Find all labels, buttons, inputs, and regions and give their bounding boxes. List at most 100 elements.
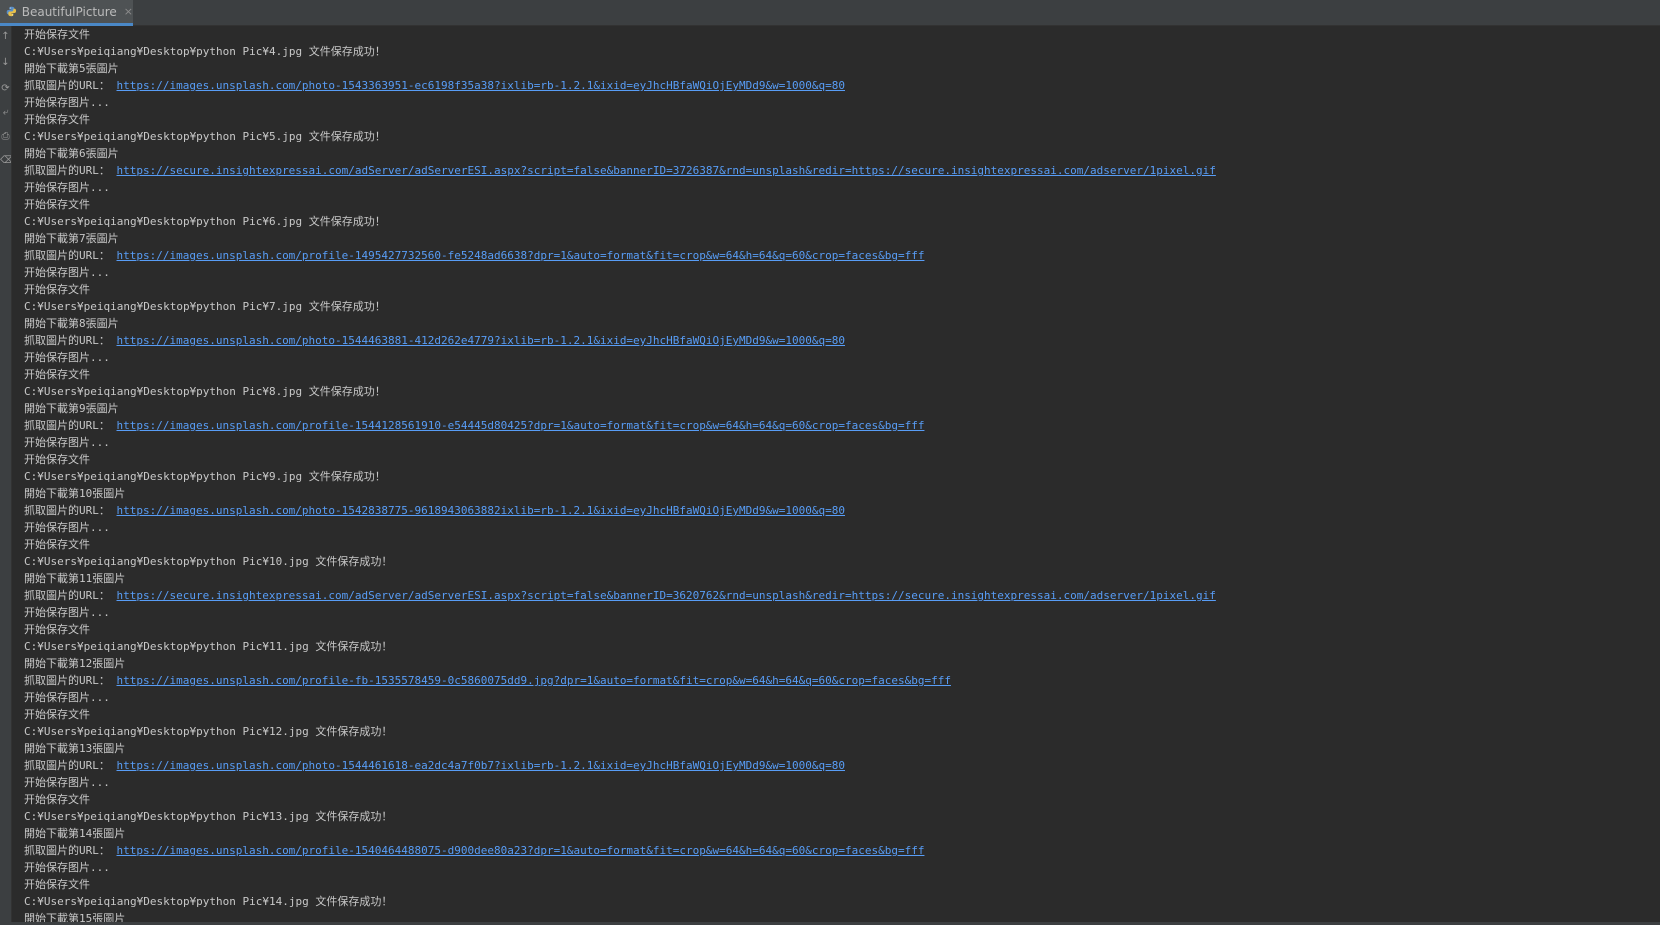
console-line-text: 开始保存图片... [24,266,110,279]
console-line-text: 抓取圖片的URL： [24,844,117,857]
console-line-text: 開始下載第5張圖片 [24,62,119,75]
console-line: 開始下載第13張圖片 [24,740,1654,757]
console-url-link[interactable]: https://images.unsplash.com/photo-154446… [117,334,845,347]
python-icon [6,6,17,17]
console-line: 开始保存图片... [24,349,1654,366]
console-line: 开始保存文件 [24,366,1654,383]
console-line: 開始下載第10張圖片 [24,485,1654,502]
console-url-link[interactable]: https://secure.insightexpressai.com/adSe… [117,164,1216,177]
console-line-text: 开始保存图片... [24,691,110,704]
run-tab-strip: BeautifulPicture × [0,0,1660,26]
console-line-text: 抓取圖片的URL： [24,759,117,772]
console-line-url: 抓取圖片的URL： https://images.unsplash.com/ph… [24,77,1654,94]
clear-icon[interactable]: ⌫ [0,154,11,168]
console-line-url: 抓取圖片的URL： https://secure.insightexpressa… [24,587,1654,604]
console-output[interactable]: 开始保存文件 C:¥Users¥peiqiang¥Desktop¥python P… [24,26,1654,922]
console-url-link[interactable]: https://images.unsplash.com/photo-154336… [117,79,845,92]
console-line-text: C:¥Users¥peiqiang¥Desktop¥python Pic¥10.… [24,555,393,568]
tab-title: BeautifulPicture [21,4,117,19]
console-line: C:¥Users¥peiqiang¥Desktop¥python Pic¥10.… [24,553,1654,570]
console-line-url: 抓取圖片的URL： https://secure.insightexpressa… [24,162,1654,179]
console-line-text: 开始保存图片... [24,181,110,194]
console-line: 开始保存文件 [24,451,1654,468]
console-line-text: 開始下載第13張圖片 [24,742,126,755]
console-line-text: 開始下載第7張圖片 [24,232,119,245]
console-url-link[interactable]: https://images.unsplash.com/photo-154283… [117,504,845,517]
console-line-text: 开始保存图片... [24,521,110,534]
console-line-text: C:¥Users¥peiqiang¥Desktop¥python Pic¥9.j… [24,470,386,483]
console-line-text: C:¥Users¥peiqiang¥Desktop¥python Pic¥12.… [24,725,393,738]
console-line-text: 開始下載第9張圖片 [24,402,119,415]
console-line-text: 开始保存图片... [24,351,110,364]
console-line: C:¥Users¥peiqiang¥Desktop¥python Pic¥13.… [24,808,1654,825]
console-line-text: 开始保存图片... [24,776,110,789]
console-line: 开始保存图片... [24,774,1654,791]
rerun-icon[interactable]: ⟳ [0,82,11,96]
console-line: 開始下載第5張圖片 [24,60,1654,77]
console-line-text: 开始保存文件 [24,623,90,636]
console-url-link[interactable]: https://images.unsplash.com/profile-1495… [117,249,925,262]
console-line: C:¥Users¥peiqiang¥Desktop¥python Pic¥6.j… [24,213,1654,230]
console-line: 开始保存图片... [24,179,1654,196]
console-line-url: 抓取圖片的URL： https://images.unsplash.com/pr… [24,417,1654,434]
console-line-text: C:¥Users¥peiqiang¥Desktop¥python Pic¥6.j… [24,215,386,228]
console-line-text: 开始保存文件 [24,453,90,466]
console-line: 开始保存图片... [24,689,1654,706]
print-icon[interactable]: ⎙ [0,130,11,144]
console-url-link[interactable]: https://secure.insightexpressai.com/adSe… [117,589,1216,602]
console-line-text: 開始下載第10張圖片 [24,487,126,500]
tab-beautifulpicture[interactable]: BeautifulPicture × [0,0,133,26]
console-line-text: 开始保存文件 [24,708,90,721]
console-url-link[interactable]: https://images.unsplash.com/photo-154446… [117,759,845,772]
arrow-down-icon[interactable]: ↓ [0,56,11,70]
console-line-url: 抓取圖片的URL： https://images.unsplash.com/ph… [24,502,1654,519]
console-line: 开始保存文件 [24,111,1654,128]
close-icon[interactable]: × [124,5,133,18]
console-line: 开始保存文件 [24,536,1654,553]
console-line: 開始下載第12張圖片 [24,655,1654,672]
console-line-text: 抓取圖片的URL： [24,249,117,262]
console-line-text: 開始下載第6張圖片 [24,147,119,160]
console-line: 開始下載第8張圖片 [24,315,1654,332]
console-line-text: 開始下載第12張圖片 [24,657,126,670]
soft-wrap-icon[interactable]: ⤶ [0,106,11,120]
console-line: 开始保存图片... [24,264,1654,281]
console-toolbar: ↑ ↓ ⟳ ⤶ ⎙ ⌫ [0,26,12,925]
console-line-text: C:¥Users¥peiqiang¥Desktop¥python Pic¥4.j… [24,45,386,58]
console-line: C:¥Users¥peiqiang¥Desktop¥python Pic¥11.… [24,638,1654,655]
console-line-text: 开始保存图片... [24,861,110,874]
console-line-url: 抓取圖片的URL： https://images.unsplash.com/pr… [24,842,1654,859]
console-line-text: 抓取圖片的URL： [24,589,117,602]
arrow-up-icon[interactable]: ↑ [0,30,11,44]
console-line: 開始下載第7張圖片 [24,230,1654,247]
console-line: 开始保存文件 [24,26,1654,43]
console-line: 开始保存文件 [24,196,1654,213]
console-line-text: 抓取圖片的URL： [24,79,117,92]
console-line-text: 抓取圖片的URL： [24,674,117,687]
console-line: 开始保存图片... [24,859,1654,876]
console-line-text: 开始保存文件 [24,283,90,296]
console-line-text: 開始下載第11張圖片 [24,572,126,585]
console-url-link[interactable]: https://images.unsplash.com/profile-fb-1… [117,674,951,687]
console-line: 开始保存文件 [24,876,1654,893]
console-line-text: 开始保存图片... [24,606,110,619]
console-line-text: 開始下載第14張圖片 [24,827,126,840]
console-line-text: C:¥Users¥peiqiang¥Desktop¥python Pic¥13.… [24,810,393,823]
console-url-link[interactable]: https://images.unsplash.com/profile-1544… [117,419,925,432]
console-line-text: 开始保存文件 [24,198,90,211]
console-line-text: 開始下載第8張圖片 [24,317,119,330]
console-line: 开始保存文件 [24,706,1654,723]
console-line: 開始下載第15張圖片 [24,910,1654,922]
console-line: 开始保存图片... [24,434,1654,451]
console-line-text: 开始保存文件 [24,793,90,806]
console-line-text: 开始保存图片... [24,96,110,109]
console-line: C:¥Users¥peiqiang¥Desktop¥python Pic¥9.j… [24,468,1654,485]
console-line-text: C:¥Users¥peiqiang¥Desktop¥python Pic¥8.j… [24,385,386,398]
console-line: C:¥Users¥peiqiang¥Desktop¥python Pic¥12.… [24,723,1654,740]
console-line: C:¥Users¥peiqiang¥Desktop¥python Pic¥14.… [24,893,1654,910]
console-line-text: 抓取圖片的URL： [24,164,117,177]
console-url-link[interactable]: https://images.unsplash.com/profile-1540… [117,844,925,857]
console-line: 开始保存文件 [24,791,1654,808]
console-line-text: 开始保存文件 [24,113,90,126]
console-line: C:¥Users¥peiqiang¥Desktop¥python Pic¥7.j… [24,298,1654,315]
